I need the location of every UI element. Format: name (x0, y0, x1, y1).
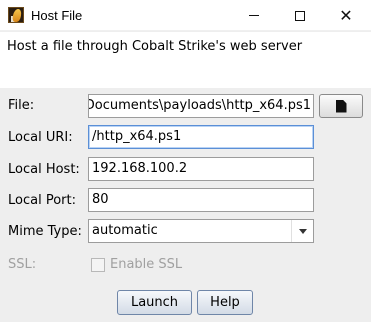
browse-file-button[interactable] (319, 94, 363, 118)
enable-ssl-option: Enable SSL (91, 257, 182, 272)
local-uri-label: Local URI: (8, 130, 73, 145)
enable-ssl-checkbox[interactable] (91, 257, 105, 272)
close-button[interactable]: ✕ (323, 0, 369, 31)
local-uri-field[interactable]: /http_x64.ps1 (88, 125, 314, 149)
maximize-icon (295, 10, 305, 21)
minimize-button[interactable] (231, 0, 277, 31)
help-button[interactable]: Help (197, 290, 253, 315)
local-port-label: Local Port: (8, 193, 76, 208)
mime-type-dropdown-button[interactable] (291, 220, 313, 242)
launch-button[interactable]: Launch (117, 290, 192, 315)
cobalt-strike-app-icon (8, 7, 24, 23)
mime-type-select[interactable]: automatic (88, 219, 314, 243)
local-host-field[interactable]: 192.168.100.2 (88, 157, 314, 181)
description-text: Host a file through Cobalt Strike's web … (7, 39, 303, 54)
window-title: Host File (31, 8, 83, 23)
document-icon (335, 99, 347, 113)
local-port-field[interactable]: 80 (88, 188, 314, 212)
description-panel: Host a file through Cobalt Strike's web … (0, 32, 371, 88)
title-bar: Host File ✕ (0, 0, 371, 31)
maximize-button[interactable] (277, 0, 323, 31)
file-path-field[interactable]: C:\Users\user\Documents\payloads\http_x6… (88, 94, 314, 118)
minimize-icon (249, 15, 259, 16)
mime-type-value: automatic (92, 223, 158, 238)
file-path-value: C:\Users\user\Documents\payloads\http_x6… (89, 98, 311, 113)
mime-type-label: Mime Type: (8, 224, 82, 239)
ssl-label: SSL: (8, 257, 37, 272)
chevron-down-icon (298, 228, 307, 234)
local-host-label: Local Host: (8, 162, 80, 177)
close-icon: ✕ (339, 5, 353, 25)
file-label: File: (8, 98, 35, 113)
enable-ssl-label: Enable SSL (110, 257, 183, 272)
